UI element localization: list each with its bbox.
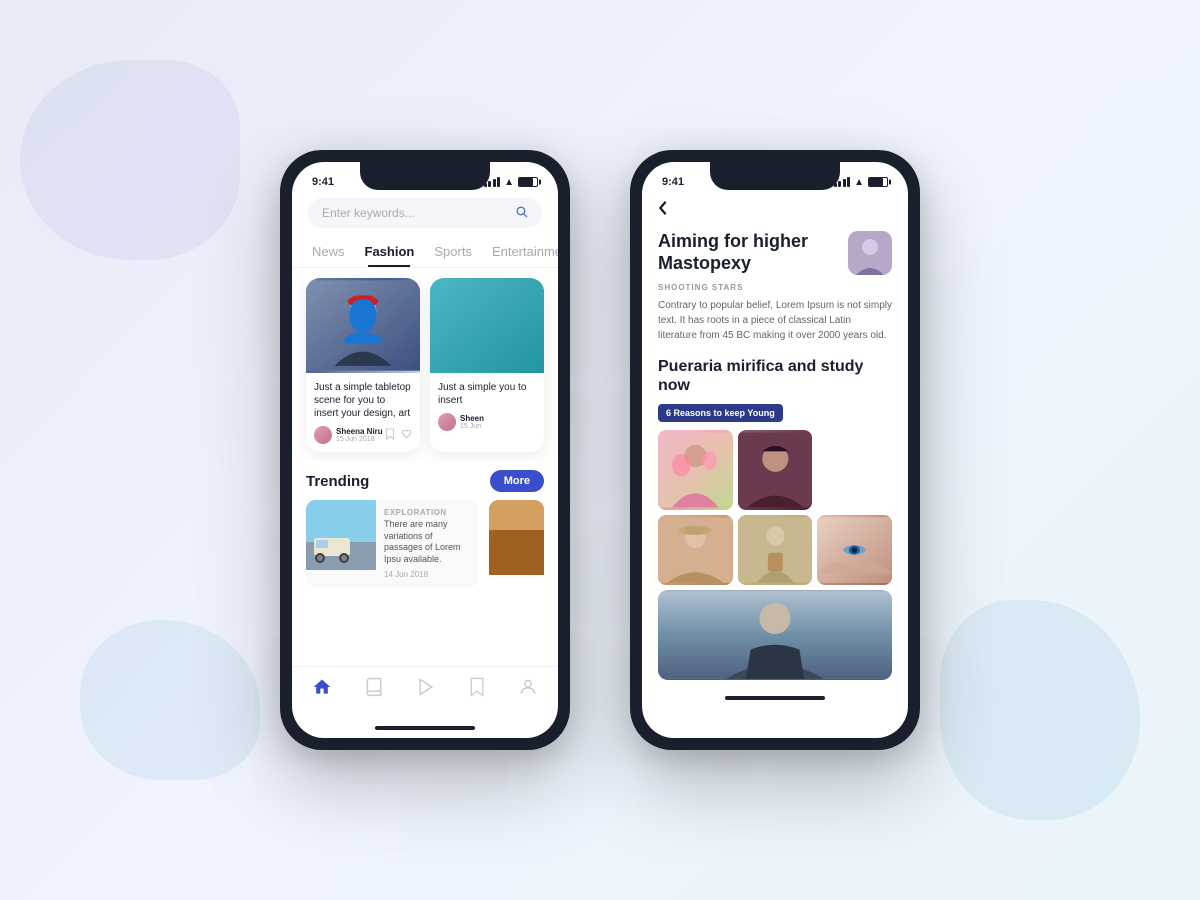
home-indicator-1 <box>292 718 558 738</box>
wifi-icon-2: ▲ <box>854 177 864 188</box>
article-title-1: Just a simple tabletop scene for you to … <box>314 381 412 420</box>
nav-book[interactable] <box>364 677 384 702</box>
tab-news[interactable]: News <box>302 236 355 267</box>
home-indicator-2 <box>658 688 892 708</box>
grid-photo-4[interactable] <box>738 515 813 585</box>
trending-section: Trending More <box>292 462 558 593</box>
bg-decoration-1 <box>20 60 240 260</box>
phone-1-content: Enter keywords... News Fashion <box>292 192 558 738</box>
article-image-2 <box>430 278 544 373</box>
article-detail-thumb <box>848 231 892 275</box>
tabs-row: News Fashion Sports Entertainment <box>292 236 558 268</box>
author-name-1: Sheena Niru <box>336 427 383 436</box>
search-bar[interactable]: Enter keywords... <box>308 198 542 228</box>
article-actions-1 <box>385 428 412 443</box>
article-body-1: Just a simple tabletop scene for you to … <box>306 373 420 452</box>
author-date-1: 15 Jun 2018 <box>336 436 383 443</box>
grid-photo-5[interactable] <box>817 515 892 585</box>
bottom-nav <box>292 666 558 718</box>
author-avatar-2 <box>438 413 456 431</box>
back-button[interactable] <box>658 200 892 221</box>
phone-2-content: Aiming for higher Mastopexy SHOOTING STA… <box>642 192 908 738</box>
time-1: 9:41 <box>312 176 334 188</box>
article-body-2: Just a simple you to insert Sheen 15 Jun <box>430 373 544 439</box>
author-info-1: Sheena Niru 15 Jun 2018 <box>336 427 383 443</box>
trending-info-1: EXPLORATION There are many variations of… <box>376 500 479 587</box>
trending-desc-1: There are many variations of passages of… <box>384 519 471 566</box>
search-placeholder: Enter keywords... <box>322 206 415 220</box>
author-info-2: Sheen 15 Jun <box>460 414 484 430</box>
article-card-1[interactable]: Just a simple tabletop scene for you to … <box>306 278 420 452</box>
status-icons-1: ▲ <box>484 177 538 188</box>
grid-photo-1[interactable] <box>658 430 733 510</box>
articles-row: Just a simple tabletop scene for you to … <box>292 268 558 462</box>
trending-category-1: EXPLORATION <box>384 508 471 517</box>
grid-photo-3[interactable] <box>658 515 733 585</box>
author-avatar-1 <box>314 426 332 444</box>
section-title: Pueraria mirifica and study now <box>658 357 892 395</box>
bg-decoration-2 <box>80 620 260 780</box>
photo-grid-row1 <box>658 430 892 510</box>
trending-title: Trending <box>306 473 369 490</box>
bookmark-icon-1[interactable] <box>385 428 395 443</box>
status-icons-2: ▲ <box>834 177 888 188</box>
tab-sports[interactable]: Sports <box>424 236 482 267</box>
trending-card-1[interactable]: EXPLORATION There are many variations of… <box>306 500 479 587</box>
article-body-text: Contrary to popular belief, Lorem Ipsum … <box>658 298 892 343</box>
trending-header: Trending More <box>306 470 544 492</box>
article-author-1: Sheena Niru 15 Jun 2018 <box>314 426 383 444</box>
nav-bookmark[interactable] <box>468 677 486 702</box>
phones-container: 9:41 ▲ Enter keyword <box>280 150 920 750</box>
trending-date-1: 14 Jun 2018 <box>384 570 471 579</box>
grid-photo-full[interactable] <box>658 590 892 680</box>
time-2: 9:41 <box>662 176 684 188</box>
article-card-2[interactable]: Just a simple you to insert Sheen 15 Jun <box>430 278 544 452</box>
trending-card-2[interactable] <box>489 500 544 587</box>
article-detail-header: Aiming for higher Mastopexy <box>658 231 892 275</box>
phone-1-screen: 9:41 ▲ Enter keyword <box>292 162 558 738</box>
tag-badge: 6 Reasons to keep Young <box>658 404 783 422</box>
article-meta-2: Sheen 15 Jun <box>438 413 536 431</box>
nav-home[interactable] <box>312 677 332 702</box>
more-button[interactable]: More <box>490 470 544 492</box>
trending-row: EXPLORATION There are many variations of… <box>306 500 544 587</box>
author-date-2: 15 Jun <box>460 423 484 430</box>
trending-image-1 <box>306 500 376 570</box>
article-author-2: Sheen 15 Jun <box>438 413 484 431</box>
phone-2-screen: 9:41 ▲ <box>642 162 908 738</box>
phone-2-notch <box>710 162 840 190</box>
phone-1-notch <box>360 162 490 190</box>
phone-2: 9:41 ▲ <box>630 150 920 750</box>
author-name-2: Sheen <box>460 414 484 423</box>
bg-decoration-3 <box>940 600 1140 820</box>
nav-play[interactable] <box>416 677 436 702</box>
tab-fashion[interactable]: Fashion <box>355 236 425 267</box>
trending-image-2 <box>489 500 544 575</box>
phone-1: 9:41 ▲ Enter keyword <box>280 150 570 750</box>
wifi-icon: ▲ <box>504 177 514 188</box>
heart-icon-1[interactable] <box>401 429 412 442</box>
nav-profile[interactable] <box>518 677 538 702</box>
article-detail-title: Aiming for higher Mastopexy <box>658 231 848 274</box>
search-icon[interactable] <box>515 205 528 221</box>
article-subtitle: SHOOTING STARS <box>658 283 892 292</box>
tab-entertainment[interactable]: Entertainment <box>482 236 558 267</box>
article-title-2: Just a simple you to insert <box>438 381 536 407</box>
grid-photo-2[interactable] <box>738 430 813 510</box>
article-image-1 <box>306 278 420 373</box>
battery-icon-2 <box>868 177 888 187</box>
article-meta-1: Sheena Niru 15 Jun 2018 <box>314 426 412 444</box>
photo-grid-row2 <box>658 515 892 585</box>
battery-icon <box>518 177 538 187</box>
